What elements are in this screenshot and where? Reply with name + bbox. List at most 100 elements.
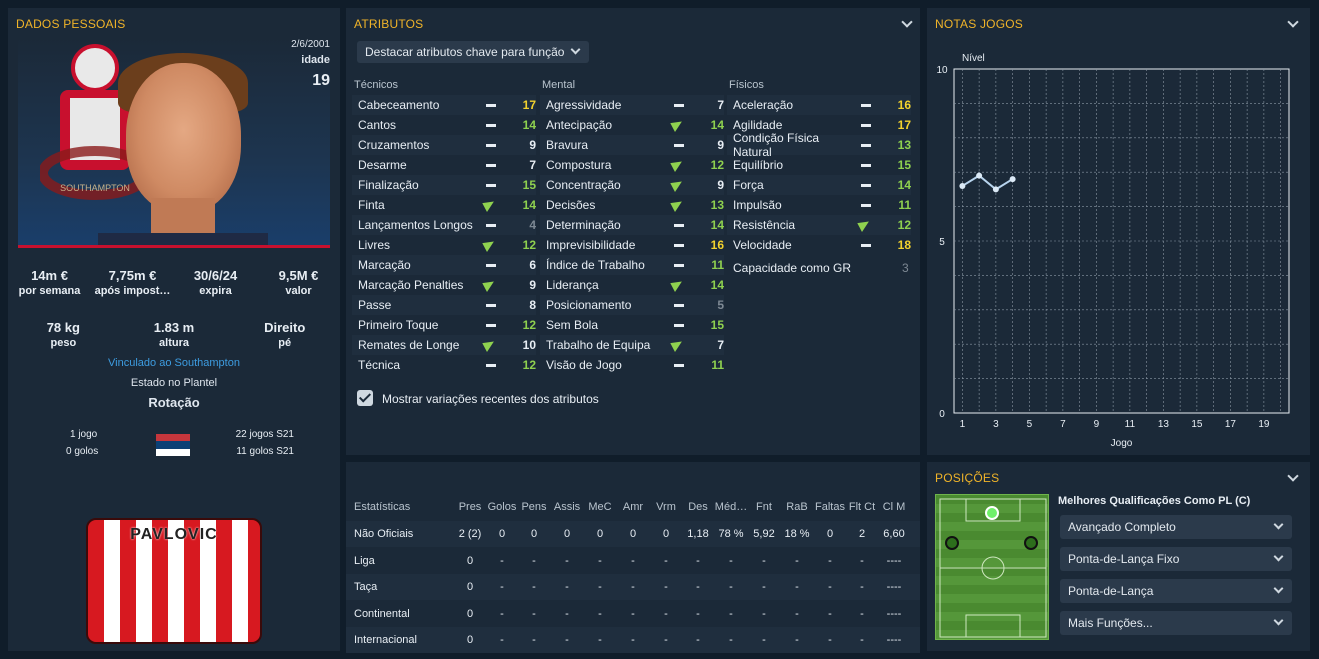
attribute-row[interactable]: Desarme 7 <box>352 155 536 175</box>
attribute-row[interactable]: Primeiro Toque 12 <box>352 315 536 335</box>
trend-up-icon <box>672 180 684 190</box>
stats-row[interactable]: Liga 0- - - - - - - - - - - - ---- <box>346 548 920 574</box>
role-dropdown-2[interactable]: Ponta-de-Lança Fixo <box>1060 547 1292 571</box>
trend-up-icon <box>859 220 871 230</box>
chevron-down-icon <box>1273 519 1284 530</box>
attribute-value: 14 <box>710 278 724 292</box>
stats-row[interactable]: Continental 0- - - - - - - - - - - - ---- <box>346 601 920 627</box>
role-dropdown-3[interactable]: Ponta-de-Lança <box>1060 579 1292 603</box>
attribute-row[interactable]: Agressividade 7 <box>540 95 724 115</box>
stats-cell: - <box>598 554 602 567</box>
attribute-row[interactable]: Finalização 15 <box>352 175 536 195</box>
attribute-row[interactable]: Concentração 9 <box>540 175 724 195</box>
attribute-row[interactable]: Trabalho de Equipa 7 <box>540 335 724 355</box>
attribute-name: Técnica <box>358 358 401 372</box>
trend-flat-icon <box>861 143 871 147</box>
stats-cell: - <box>664 554 668 567</box>
attribute-name: Marcação Penalties <box>358 278 464 292</box>
best-roles-label: Melhores Qualificações Como PL (C) <box>1058 495 1251 507</box>
rating-point <box>1009 176 1016 183</box>
physical-attributes: Aceleração 16 Agilidade 17 Condição Física N… <box>727 95 911 255</box>
attribute-row[interactable]: Marcação Penalties 9 <box>352 275 536 295</box>
trend-up-icon <box>672 340 684 350</box>
serbia-flag-icon <box>156 434 190 456</box>
contract-expiry-stat: 30/6/24 expira <box>193 268 238 297</box>
attribute-row[interactable]: Liderança 14 <box>540 275 724 295</box>
stats-row[interactable]: Não Oficiais 2 (2) 0 0 0 0 0 0 1,18 78 % 5,92 18 % 0… <box>346 521 920 547</box>
attribute-row[interactable]: Visão de Jogo 11 <box>540 355 724 375</box>
attribute-row[interactable]: Determinação 14 <box>540 215 724 235</box>
attribute-row[interactable]: Velocidade 18 <box>727 235 911 255</box>
wage-after-tax-stat: 7,75m € após impost… <box>94 268 171 297</box>
stats-cell: 0 <box>466 607 474 620</box>
attribute-row[interactable]: Decisões 13 <box>540 195 724 215</box>
attribute-row[interactable]: Cantos 14 <box>352 115 536 135</box>
attribute-row[interactable]: Imprevisibilidade 16 <box>540 235 724 255</box>
attribute-name: Agilidade <box>733 118 783 132</box>
role-dropdown-1[interactable]: Avançado Completo <box>1060 515 1292 539</box>
attribute-row[interactable]: Posicionamento 5 <box>540 295 724 315</box>
trend-up-icon <box>672 160 684 170</box>
attribute-row[interactable]: Bravura 9 <box>540 135 724 155</box>
stats-cell: - <box>860 581 864 593</box>
trend-flat-icon <box>486 163 496 167</box>
chevron-down-icon <box>1273 551 1284 562</box>
stats-cell: - <box>500 581 504 593</box>
rating-point <box>959 182 966 189</box>
attribute-name: Liderança <box>546 278 599 292</box>
stats-cell: - <box>729 634 733 646</box>
attribute-row[interactable]: Equilíbrio 15 <box>727 155 911 175</box>
stats-cell: - <box>631 634 635 646</box>
rating-line <box>961 174 1014 191</box>
attribute-row[interactable]: Finta 14 <box>352 195 536 215</box>
stats-cell: - <box>828 581 832 593</box>
attribute-row[interactable]: Aceleração 16 <box>727 95 911 115</box>
highlight-role-dropdown[interactable]: Destacar atributos chave para função <box>357 41 589 63</box>
stats-cell: - <box>598 607 602 620</box>
stats-cell: - <box>598 581 602 593</box>
collapse-chevron-icon[interactable] <box>900 16 914 30</box>
show-changes-checkbox[interactable] <box>357 390 373 406</box>
physical-row: 78 kg peso 1.83 m altura Direito pé <box>8 320 340 349</box>
x-tick-label: 19 <box>1258 419 1270 430</box>
attribute-row[interactable]: Sem Bola 15 <box>540 315 724 335</box>
attribute-value: 7 <box>717 98 724 112</box>
attribute-row[interactable]: Cruzamentos 9 <box>352 135 536 155</box>
attribute-name: Desarme <box>358 158 407 172</box>
panel-title: ATRIBUTOS <box>354 17 424 31</box>
stats-label: Taça <box>354 581 378 593</box>
attribute-value: 12 <box>522 318 536 332</box>
club-link[interactable]: Vinculado ao Southampton <box>8 357 340 369</box>
pitch-lines <box>939 498 1047 638</box>
attribute-row[interactable]: Lançamentos Longos 4 <box>352 215 536 235</box>
stats-cell: - <box>696 581 700 593</box>
stats-cell: - <box>500 554 504 567</box>
attribute-row[interactable]: Passe 8 <box>352 295 536 315</box>
attribute-row[interactable]: Índice de Trabalho 11 <box>540 255 724 275</box>
stats-row[interactable]: Taça 0- - - - - - - - - - - - ---- <box>346 574 920 600</box>
positions-panel: POSIÇÕES Melhores Qualificações Como PL … <box>927 462 1310 651</box>
stats-cell: 5,92 <box>753 528 775 540</box>
attribute-row[interactable]: Condição Física Natural 13 <box>727 131 911 159</box>
more-roles-dropdown[interactable]: Mais Funções... <box>1060 611 1292 635</box>
position-left-marker <box>945 536 959 550</box>
attribute-row[interactable]: Antecipação 14 <box>540 115 724 135</box>
stats-row[interactable]: Internacional 0- - - - - - - - - - - - ---- <box>346 627 920 653</box>
trend-flat-icon <box>861 243 871 247</box>
foot-stat: Direito pé <box>264 320 306 349</box>
stats-label: Internacional <box>354 634 417 646</box>
attribute-row[interactable]: Técnica 12 <box>352 355 536 375</box>
attribute-row[interactable]: Impulsão 11 <box>727 195 911 215</box>
birth-date: 2/6/2001 <box>291 39 330 50</box>
attribute-row[interactable]: Compostura 12 <box>540 155 724 175</box>
trend-flat-icon <box>674 303 684 307</box>
attribute-value: 17 <box>897 118 911 132</box>
attribute-name: Compostura <box>546 158 612 172</box>
attribute-row[interactable]: Força 14 <box>727 175 911 195</box>
attribute-row[interactable]: Livres 12 <box>352 235 536 255</box>
attribute-row[interactable]: Remates de Longe 10 <box>352 335 536 355</box>
attribute-row[interactable]: Cabeceamento 17 <box>352 95 536 115</box>
attribute-row[interactable]: Resistência 12 <box>727 215 911 235</box>
collapse-chevron-icon[interactable] <box>1286 470 1300 484</box>
attribute-row[interactable]: Marcação 6 <box>352 255 536 275</box>
